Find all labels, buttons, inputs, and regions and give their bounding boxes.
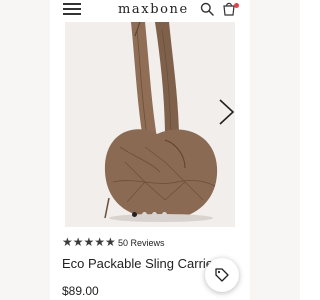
site-header: maxbone (50, 0, 250, 22)
carousel-dot-4[interactable] (162, 212, 167, 217)
product-price: $89.00 (62, 284, 99, 298)
product-image-carousel[interactable] (65, 22, 235, 227)
cart-badge (234, 3, 239, 8)
hamburger-menu-icon[interactable] (63, 3, 81, 16)
carousel-dot-3[interactable] (152, 212, 157, 217)
product-rating[interactable]: ★★★★★ 50 Reviews (62, 235, 242, 249)
carousel-dot-2[interactable] (142, 212, 147, 217)
carousel-pagination (50, 212, 250, 218)
tag-button[interactable] (205, 258, 239, 292)
page-margin-right (250, 0, 300, 300)
search-icon[interactable] (200, 2, 214, 16)
reviews-count-link[interactable]: 50 Reviews (118, 237, 165, 249)
mobile-page: maxbone ★★★★★ 50 Reviews Eco Packable Sl… (50, 0, 250, 300)
brand-logo[interactable]: maxbone (118, 2, 189, 17)
tag-icon (215, 268, 229, 282)
page-margin-left (0, 0, 50, 300)
star-rating-icon: ★★★★★ (62, 235, 116, 249)
chevron-right-icon[interactable] (215, 97, 237, 127)
carousel-dot-1[interactable] (132, 212, 137, 217)
product-image (65, 22, 235, 227)
